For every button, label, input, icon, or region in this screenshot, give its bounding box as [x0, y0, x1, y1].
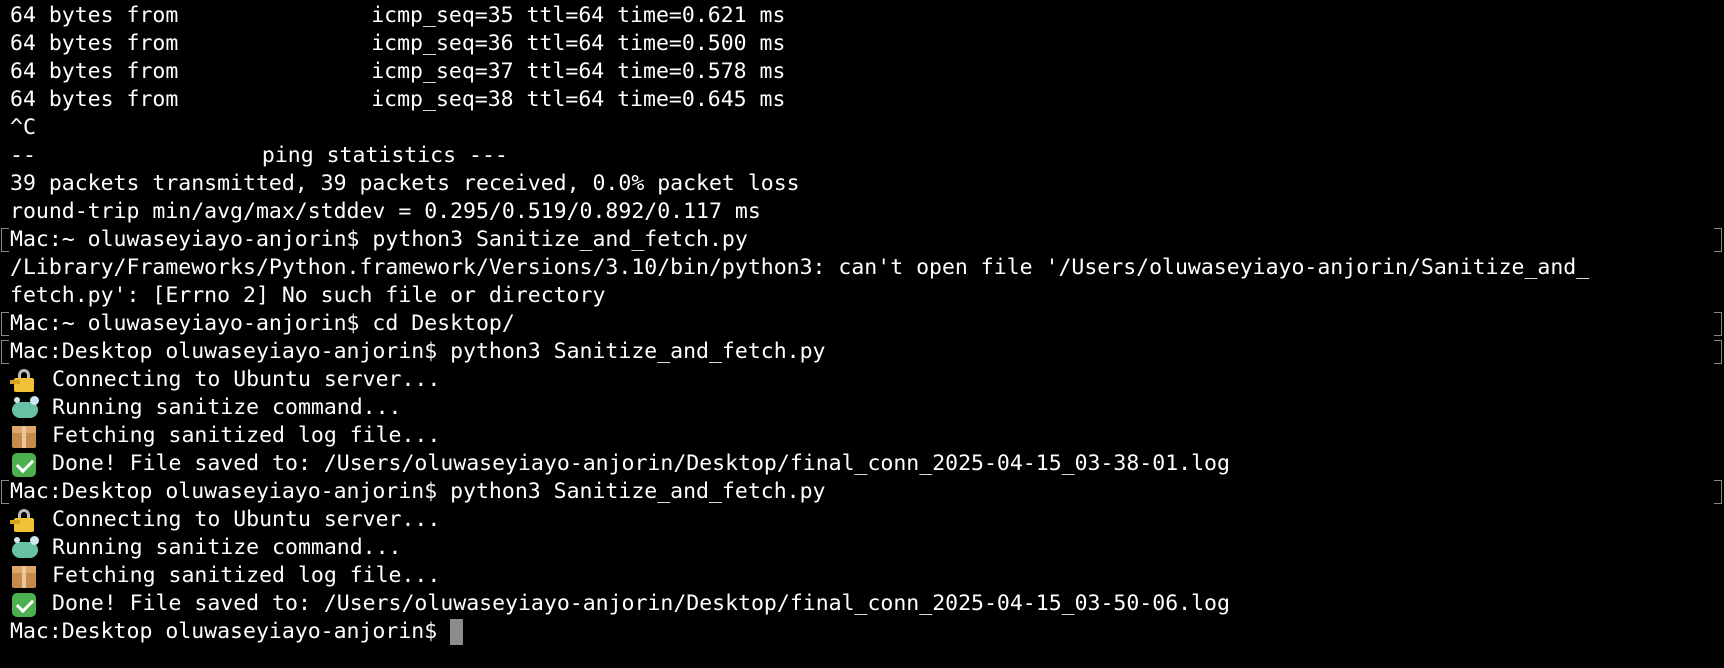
output-line: Connecting to Ubuntu server...	[10, 506, 440, 534]
selection-bracket-left	[1, 340, 9, 364]
redacted-host	[35, 142, 262, 170]
command-line: Mac:Desktop oluwaseyiayo-anjorin$ python…	[10, 339, 826, 364]
error-line: fetch.py': [Errno 2] No such file or dir…	[10, 283, 606, 308]
ping-reply-detail: icmp_seq=38 ttl=64 time=0.645 ms	[371, 87, 786, 112]
soap-icon	[10, 536, 40, 560]
output-line: Connecting to Ubuntu server...	[10, 366, 440, 394]
ping-reply-line: 64 bytes from icmp_seq=37 ttl=64 time=0.…	[10, 58, 785, 86]
output-line: Running sanitize command...	[10, 394, 402, 422]
error-line: /Library/Frameworks/Python.framework/Ver…	[10, 255, 1590, 280]
output-text: Running sanitize command...	[52, 535, 402, 560]
output-line: Running sanitize command...	[10, 534, 402, 562]
ping-reply-prefix: 64 bytes from	[10, 3, 192, 28]
round-trip-summary: round-trip min/avg/max/stddev = 0.295/0.…	[10, 199, 761, 224]
ping-reply-line: 64 bytes from icmp_seq=35 ttl=64 time=0.…	[10, 2, 785, 30]
text-cursor[interactable]	[450, 619, 464, 645]
locked-with-key-icon	[10, 368, 40, 392]
redacted-host	[191, 30, 372, 58]
selection-bracket-right	[1714, 228, 1722, 252]
redacted-host	[191, 2, 372, 30]
terminal-window[interactable]: 64 bytes from icmp_seq=35 ttl=64 time=0.…	[0, 0, 1724, 668]
output-text: Done! File saved to: /Users/oluwaseyiayo…	[52, 451, 1230, 476]
ping-reply-line: 64 bytes from icmp_seq=38 ttl=64 time=0.…	[10, 86, 785, 114]
command-line: Mac:~ oluwaseyiayo-anjorin$ python3 Sani…	[10, 227, 748, 252]
selection-bracket-right	[1714, 312, 1722, 336]
prompt-line[interactable]: Mac:Desktop oluwaseyiayo-anjorin$	[10, 618, 464, 646]
ping-reply-prefix: 64 bytes from	[10, 31, 192, 56]
ping-reply-prefix: 64 bytes from	[10, 87, 192, 112]
ping-reply-detail: icmp_seq=36 ttl=64 time=0.500 ms	[371, 31, 786, 56]
output-line: Done! File saved to: /Users/oluwaseyiayo…	[10, 450, 1230, 478]
command-line: Mac:~ oluwaseyiayo-anjorin$ cd Desktop/	[10, 311, 515, 336]
package-icon	[10, 564, 40, 588]
packets-summary: 39 packets transmitted, 39 packets recei…	[10, 171, 800, 196]
ping-reply-detail: icmp_seq=37 ttl=64 time=0.578 ms	[371, 59, 786, 84]
stats-suffix: ping statistics ---	[261, 143, 508, 168]
output-line: Done! File saved to: /Users/oluwaseyiayo…	[10, 590, 1230, 618]
soap-icon	[10, 396, 40, 420]
shell-prompt: Mac:Desktop oluwaseyiayo-anjorin$	[10, 619, 451, 644]
selection-bracket-left	[1, 312, 9, 336]
output-text: Fetching sanitized log file...	[52, 423, 441, 448]
redacted-host	[191, 86, 372, 114]
selection-bracket-left	[1, 480, 9, 504]
locked-with-key-icon	[10, 508, 40, 532]
interrupt-line: ^C	[10, 115, 36, 140]
check-mark-button-icon	[10, 452, 40, 477]
output-line: Fetching sanitized log file...	[10, 422, 440, 450]
command-line: Mac:Desktop oluwaseyiayo-anjorin$ python…	[10, 479, 826, 504]
output-text: Done! File saved to: /Users/oluwaseyiayo…	[52, 591, 1230, 616]
output-line: Fetching sanitized log file...	[10, 562, 440, 590]
package-icon	[10, 424, 40, 448]
output-text: Connecting to Ubuntu server...	[52, 367, 441, 392]
ping-reply-prefix: 64 bytes from	[10, 59, 192, 84]
ping-reply-detail: icmp_seq=35 ttl=64 time=0.621 ms	[371, 3, 786, 28]
ping-reply-line: 64 bytes from icmp_seq=36 ttl=64 time=0.…	[10, 30, 785, 58]
output-text: Connecting to Ubuntu server...	[52, 507, 441, 532]
output-text: Fetching sanitized log file...	[52, 563, 441, 588]
stats-prefix: --	[10, 143, 36, 168]
redacted-host	[191, 58, 372, 86]
selection-bracket-left	[1, 228, 9, 252]
selection-bracket-right	[1714, 480, 1722, 504]
check-mark-button-icon	[10, 592, 40, 617]
output-text: Running sanitize command...	[52, 395, 402, 420]
ping-stats-header: -- ping statistics ---	[10, 142, 508, 170]
selection-bracket-right	[1714, 340, 1722, 364]
